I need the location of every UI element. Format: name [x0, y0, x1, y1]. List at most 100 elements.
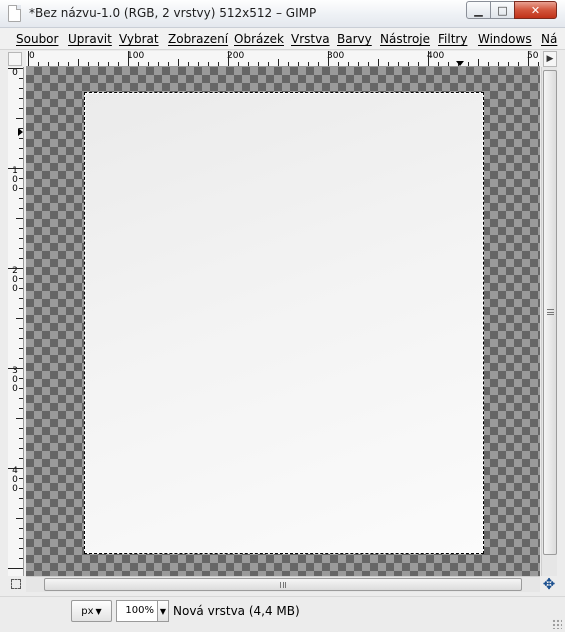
- ruler-tick: [19, 258, 23, 259]
- ruler-tick: [19, 488, 23, 489]
- ruler-tick: [16, 518, 23, 519]
- ruler-tick: [58, 62, 59, 66]
- zoom-input[interactable]: 100%: [116, 600, 158, 622]
- ruler-tick: [19, 88, 23, 89]
- ruler-label: 400: [427, 51, 445, 61]
- menu-barvy[interactable]: Barvy: [337, 32, 372, 46]
- ruler-tick: [378, 59, 379, 66]
- status-bar: px ▼ 100% ▼ Nová vrstva (4,4 MB): [0, 596, 565, 632]
- ruler-tick: [19, 288, 23, 289]
- ruler-tick: [418, 62, 419, 66]
- navigate-button[interactable]: ✥: [541, 576, 557, 592]
- ruler-tick: [288, 62, 289, 66]
- unit-value: px: [81, 605, 94, 617]
- ruler-tick: [128, 51, 129, 66]
- ruler-tick: [348, 62, 349, 66]
- ruler-corner-button[interactable]: [8, 52, 22, 66]
- zoom-dropdown-button[interactable]: ▼: [157, 600, 169, 622]
- quick-mask-button[interactable]: [8, 577, 24, 591]
- ruler-tick: [68, 62, 69, 66]
- ruler-tick: [19, 408, 23, 409]
- ruler-tick: [19, 178, 23, 179]
- ruler-tick: [218, 62, 219, 66]
- horizontal-scrollbar[interactable]: [26, 576, 540, 592]
- ruler-tick: [19, 448, 23, 449]
- ruler-tick: [16, 118, 23, 119]
- menu-upravit[interactable]: Upravit: [68, 32, 112, 46]
- ruler-tick: [478, 59, 479, 66]
- ruler-tick: [98, 62, 99, 66]
- image-canvas[interactable]: [26, 67, 540, 576]
- ruler-tick: [428, 51, 429, 66]
- chevron-down-icon: ▼: [95, 606, 102, 616]
- vertical-scrollbar[interactable]: [541, 67, 557, 576]
- menu-windows[interactable]: Windows: [478, 32, 532, 46]
- ruler-tick: [28, 51, 29, 66]
- close-icon: ✕: [530, 3, 541, 17]
- vertical-scrollbar-thumb[interactable]: [543, 70, 557, 555]
- menu-napoveda[interactable]: Ná: [541, 32, 557, 46]
- ruler-tick: [19, 78, 23, 79]
- ruler-tick: [19, 248, 23, 249]
- ruler-tick: [19, 528, 23, 529]
- ruler-label: 300: [12, 366, 18, 394]
- resize-grip-icon[interactable]: [552, 619, 562, 629]
- ruler-tick: [19, 438, 23, 439]
- ruler-tick: [19, 428, 23, 429]
- ruler-tick: [108, 62, 109, 66]
- ruler-tick: [19, 208, 23, 209]
- ruler-tick: [148, 62, 149, 66]
- ruler-tick: [248, 62, 249, 66]
- ruler-tick: [19, 358, 23, 359]
- ruler-tick: [508, 62, 509, 66]
- image-menu-button[interactable]: ▶: [543, 51, 557, 67]
- menu-obrazek[interactable]: Obrázek: [234, 32, 284, 46]
- ruler-tick: [448, 62, 449, 66]
- ruler-tick: [228, 51, 229, 66]
- ruler-label: 0: [29, 51, 35, 61]
- menu-zobrazeni[interactable]: Zobrazení: [168, 32, 228, 46]
- ruler-tick: [518, 62, 519, 66]
- ruler-tick: [8, 568, 23, 569]
- status-message: Nová vrstva (4,4 MB): [173, 604, 300, 618]
- ruler-tick: [538, 62, 539, 66]
- ruler-tick: [19, 138, 23, 139]
- menu-vybrat[interactable]: Vybrat: [119, 32, 159, 46]
- ruler-tick: [16, 318, 23, 319]
- ruler-tick: [19, 388, 23, 389]
- minimize-button[interactable]: ▁: [466, 1, 491, 19]
- ruler-tick: [468, 62, 469, 66]
- horizontal-scrollbar-thumb[interactable]: [44, 578, 522, 591]
- vertical-ruler[interactable]: 0 100 200 300 400: [8, 67, 24, 576]
- ruler-tick: [168, 62, 169, 66]
- menu-vrstva[interactable]: Vrstva: [291, 32, 330, 46]
- ruler-tick: [19, 548, 23, 549]
- ruler-tick: [19, 158, 23, 159]
- menu-filtry[interactable]: Filtry: [438, 32, 467, 46]
- ruler-tick: [8, 468, 23, 469]
- ruler-label: 200: [227, 51, 245, 61]
- window-title: *Bez názvu-1.0 (RGB, 2 vrstvy) 512x512 –…: [29, 6, 317, 20]
- ruler-tick: [358, 62, 359, 66]
- ruler-tick: [19, 558, 23, 559]
- ruler-tick: [238, 62, 239, 66]
- window-controls: ▁ □ ✕: [466, 1, 557, 19]
- ruler-tick: [338, 62, 339, 66]
- close-button[interactable]: ✕: [514, 1, 557, 19]
- maximize-button[interactable]: □: [490, 1, 515, 19]
- ruler-tick: [328, 51, 329, 66]
- ruler-tick: [368, 62, 369, 66]
- quick-mask-icon: [11, 579, 21, 589]
- menu-nastroje[interactable]: Nástroje: [380, 32, 430, 46]
- menu-soubor[interactable]: Soubor: [16, 32, 58, 46]
- ruler-tick: [278, 59, 279, 66]
- pointer-marker-icon: [18, 128, 23, 136]
- ruler-tick: [138, 62, 139, 66]
- horizontal-ruler[interactable]: 0 100 200 300 400 50: [26, 51, 540, 67]
- ruler-tick: [198, 62, 199, 66]
- arrow-right-icon: ▶: [546, 54, 554, 64]
- ruler-tick: [19, 538, 23, 539]
- ruler-tick: [158, 62, 159, 66]
- unit-selector[interactable]: px ▼: [71, 600, 112, 622]
- ruler-tick: [488, 62, 489, 66]
